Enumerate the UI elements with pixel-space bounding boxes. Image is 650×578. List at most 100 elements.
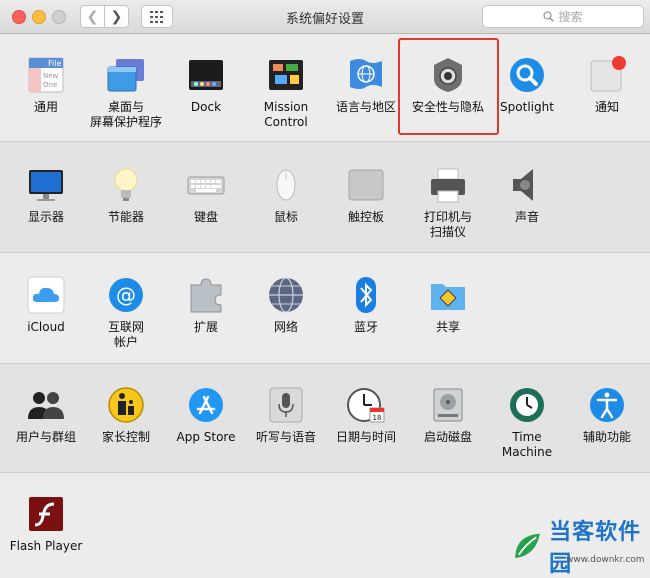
pref-internet-accounts[interactable]: @ 互联网 帐户: [86, 275, 166, 350]
pref-label: 启动磁盘: [423, 430, 472, 444]
watermark-name: 当客软件园: [549, 520, 642, 577]
search-icon: [543, 11, 555, 22]
pref-sharing[interactable]: 共享: [408, 275, 488, 335]
pref-label: Flash Player: [9, 539, 83, 553]
parental-icon: [106, 385, 146, 425]
svg-text:New: New: [43, 72, 59, 80]
pref-label: 桌面与 屏幕保护程序: [89, 100, 162, 129]
pref-accessibility[interactable]: 辅助功能: [567, 385, 647, 445]
pref-desktop-screensaver[interactable]: 桌面与 屏幕保护程序: [86, 55, 166, 130]
pref-label: 日期与时间: [335, 430, 396, 444]
pref-printers-scanners[interactable]: 打印机与 扫描仪: [408, 165, 488, 240]
bluetooth-icon: [346, 275, 386, 315]
network-icon: [266, 275, 306, 315]
internet-accounts-icon: @: [106, 275, 146, 315]
appstore-icon: [186, 385, 226, 425]
pref-startup-disk[interactable]: 启动磁盘: [408, 385, 488, 445]
pref-label: 键盘: [193, 210, 218, 224]
pref-keyboard[interactable]: 键盘: [166, 165, 246, 225]
keyboard-icon: [186, 165, 226, 205]
datetime-icon: 18: [346, 385, 386, 425]
printer-icon: [428, 165, 468, 205]
pref-parental-controls[interactable]: 家长控制: [86, 385, 166, 445]
pref-label: 语言与地区: [335, 100, 396, 114]
users-icon: [26, 385, 66, 425]
watermark-url: www.downkr.com: [566, 555, 645, 565]
pref-label: 辅助功能: [582, 430, 631, 444]
pref-sound[interactable]: 声音: [487, 165, 567, 225]
pref-dock[interactable]: Dock: [166, 55, 246, 115]
accessibility-icon: [587, 385, 627, 425]
svg-text:One: One: [43, 81, 57, 89]
sharing-icon: [428, 275, 468, 315]
flash-icon: [26, 494, 66, 534]
pref-label: 通用: [33, 100, 58, 114]
startup-disk-icon: [428, 385, 468, 425]
pref-label: 触控板: [347, 210, 384, 224]
pref-language-region[interactable]: 语言与地区: [326, 55, 406, 115]
search-placeholder: 搜索: [558, 10, 583, 24]
pref-label: 家长控制: [101, 430, 150, 444]
pref-label: 听写与语音: [255, 430, 316, 444]
pref-label: 互联网 帐户: [107, 320, 144, 349]
pref-label: 声音: [514, 210, 539, 224]
pref-time-machine[interactable]: Time Machine: [487, 385, 567, 460]
pref-label: App Store: [176, 430, 236, 444]
pref-general[interactable]: File New One 通用: [6, 55, 86, 115]
pref-label: iCloud: [27, 320, 65, 334]
pref-label: 用户与群组: [15, 430, 76, 444]
extensions-icon: [186, 275, 226, 315]
pref-users-groups[interactable]: 用户与群组: [6, 385, 86, 445]
pref-label: 网络: [273, 320, 298, 334]
svg-text:18: 18: [373, 414, 382, 422]
dictation-icon: [266, 385, 306, 425]
pref-label: 显示器: [27, 210, 64, 224]
title-bar: ❮ ❯ 系统偏好设置 搜索: [0, 0, 650, 34]
pref-label: 打印机与 扫描仪: [423, 210, 472, 239]
pref-label: 共享: [435, 320, 460, 334]
pref-label: Mission Control: [263, 100, 309, 129]
spotlight-icon: [507, 55, 547, 95]
pref-label: 扩展: [193, 320, 218, 334]
language-icon: [346, 55, 386, 95]
pref-label: 节能器: [107, 210, 144, 224]
pref-label: Dock: [190, 100, 222, 114]
display-icon: [26, 165, 66, 205]
watermark-logo-icon: [515, 533, 540, 559]
search-field[interactable]: 搜索: [482, 5, 644, 28]
mission-control-icon: [266, 55, 306, 95]
timemachine-icon: [507, 385, 547, 425]
svg-text:File: File: [48, 59, 61, 68]
pref-dictation-speech[interactable]: 听写与语音: [246, 385, 326, 445]
pref-label: 鼠标: [273, 210, 298, 224]
pref-bluetooth[interactable]: 蓝牙: [326, 275, 406, 335]
pref-spotlight[interactable]: Spotlight: [487, 55, 567, 115]
pref-mouse[interactable]: 鼠标: [246, 165, 326, 225]
trackpad-icon: [346, 165, 386, 205]
sound-icon: [507, 165, 547, 205]
pref-network[interactable]: 网络: [246, 275, 326, 335]
highlight-box: [398, 38, 499, 135]
pref-label: Time Machine: [501, 430, 553, 459]
pref-flash-player[interactable]: Flash Player: [6, 494, 86, 554]
icloud-icon: [26, 275, 66, 315]
dock-icon: [186, 55, 226, 95]
svg-text:@: @: [116, 283, 136, 307]
pref-label: 通知: [594, 100, 619, 114]
mouse-icon: [266, 165, 306, 205]
pref-app-store[interactable]: App Store: [166, 385, 246, 445]
pref-trackpad[interactable]: 触控板: [326, 165, 406, 225]
pref-displays[interactable]: 显示器: [6, 165, 86, 225]
pref-label: Spotlight: [500, 100, 554, 114]
notifications-icon: [587, 55, 627, 95]
desktop-icon: [106, 55, 146, 95]
pref-date-time[interactable]: 18 日期与时间: [326, 385, 406, 445]
pref-icloud[interactable]: iCloud: [6, 275, 86, 335]
pref-label: 蓝牙: [353, 320, 378, 334]
energy-icon: [106, 165, 146, 205]
pref-notifications[interactable]: 通知: [567, 55, 647, 115]
general-icon: File New One: [26, 55, 66, 95]
pref-mission-control[interactable]: Mission Control: [246, 55, 326, 130]
pref-energy-saver[interactable]: 节能器: [86, 165, 166, 225]
pref-extensions[interactable]: 扩展: [166, 275, 246, 335]
